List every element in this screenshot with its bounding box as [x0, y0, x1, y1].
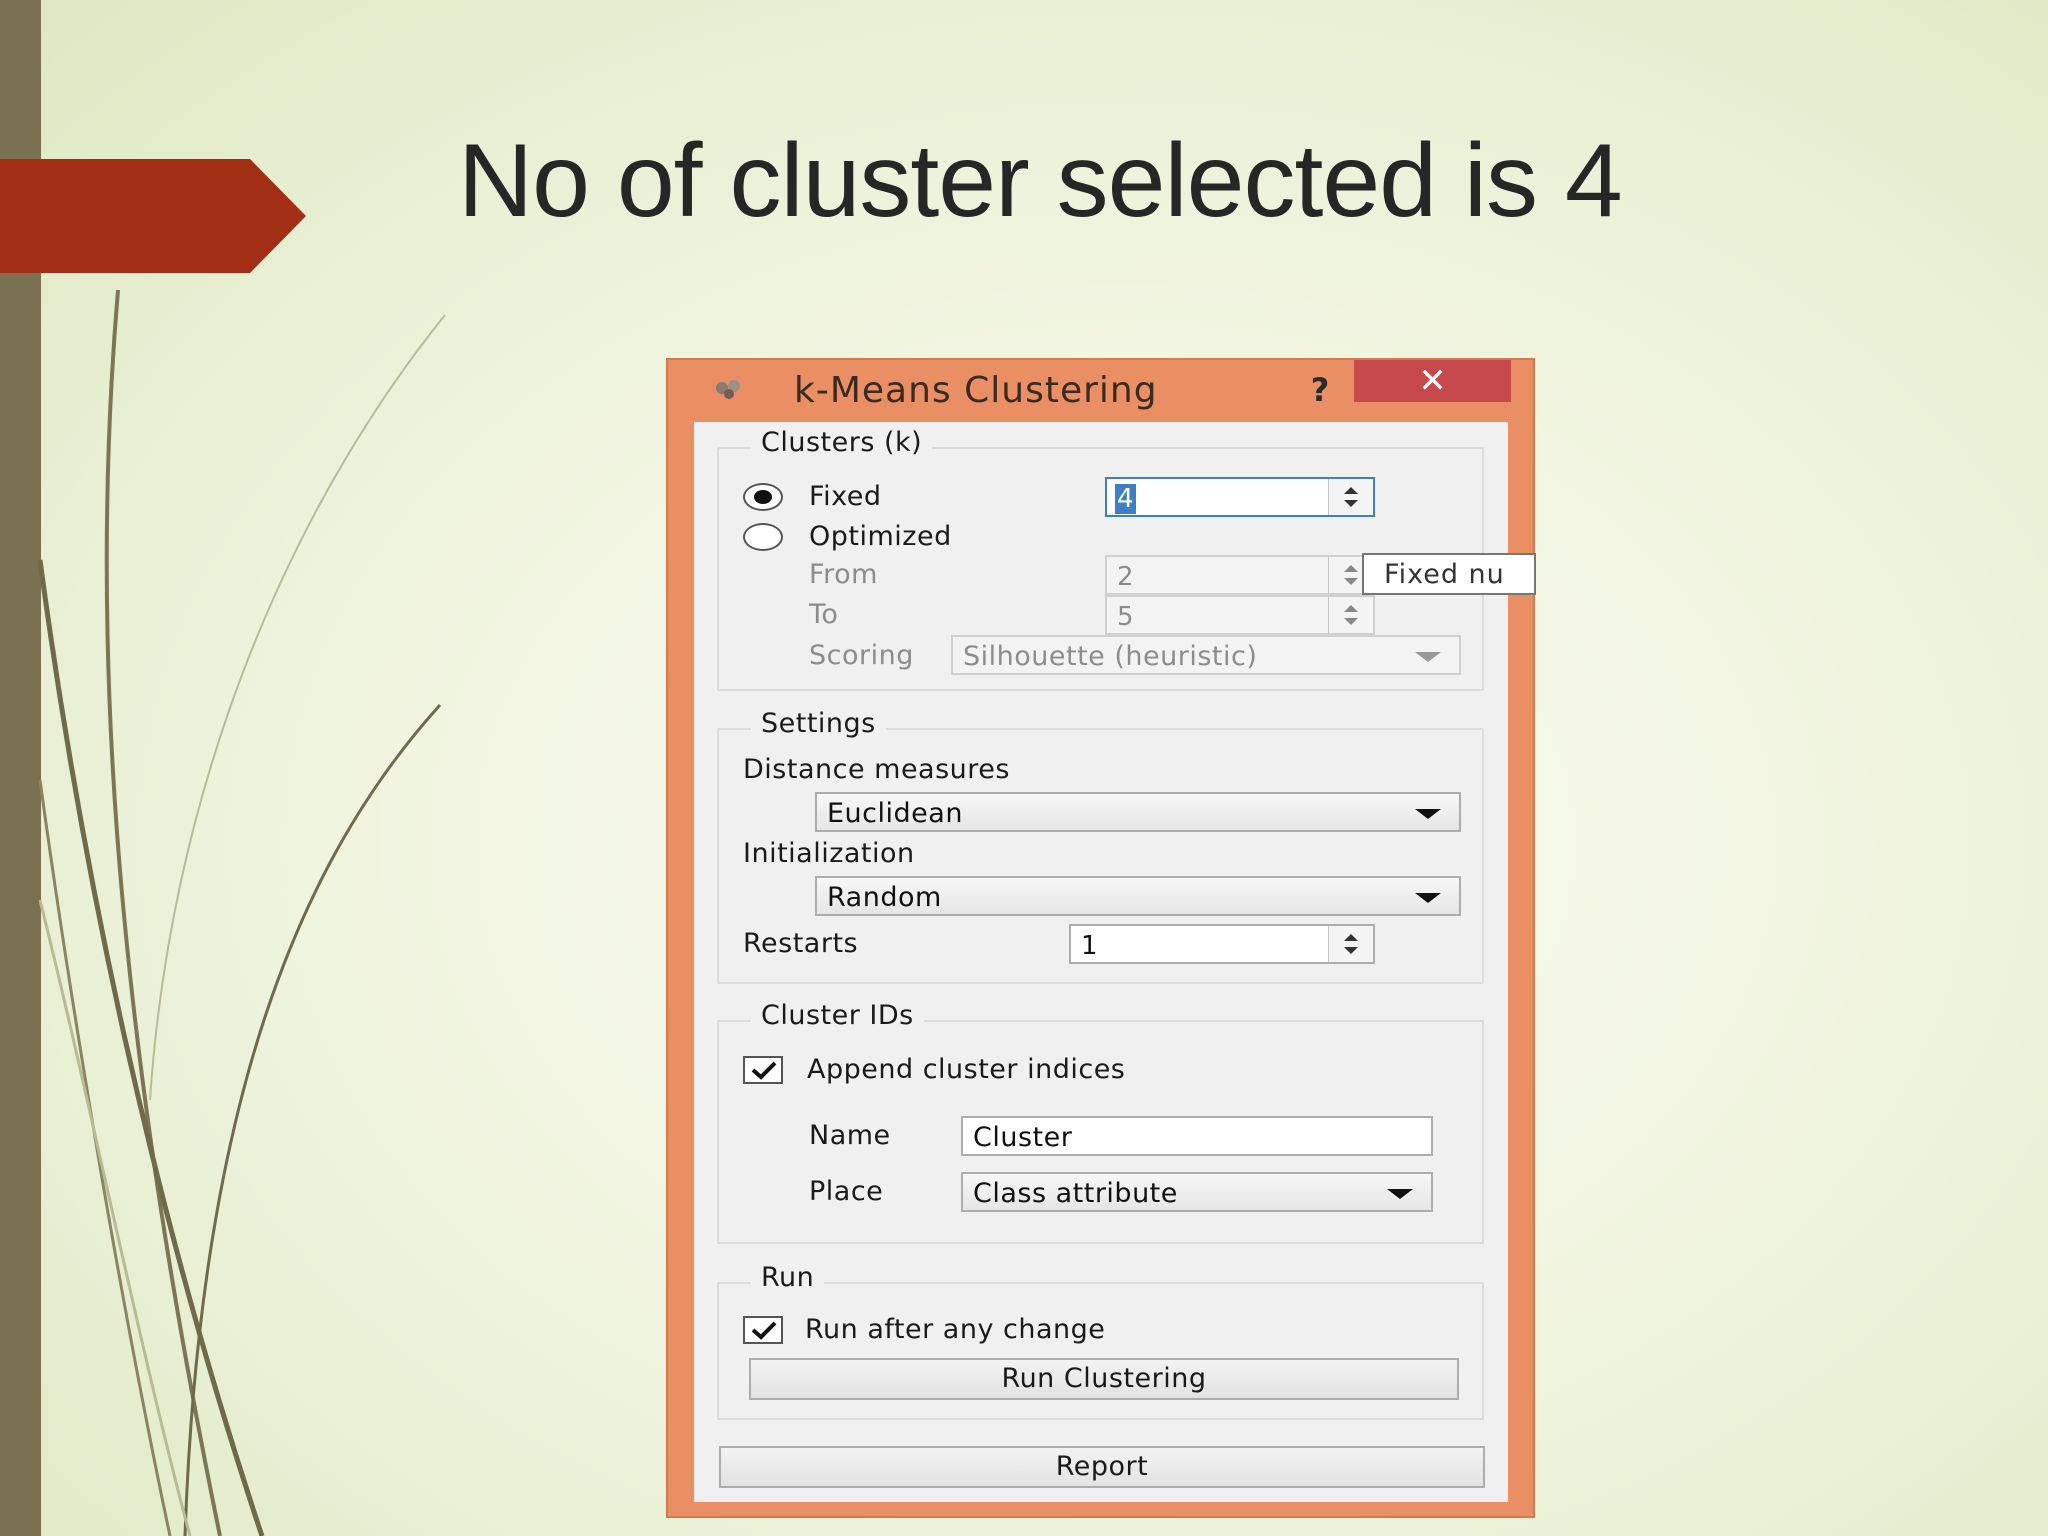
cluster-ids-group-title: Cluster IDs [751, 1000, 924, 1031]
restarts-spinbox[interactable]: 1 [1069, 924, 1375, 964]
kmeans-dialog: k-Means Clustering ? ✕ Clusters (k) Fixe… [666, 358, 1535, 1518]
run-after-change-checkbox[interactable] [743, 1316, 783, 1344]
run-after-change-label: Run after any change [805, 1314, 1106, 1345]
radio-dot [754, 490, 772, 504]
spin-arrows-icon[interactable] [1328, 926, 1373, 962]
name-label: Name [809, 1120, 891, 1151]
run-clustering-button[interactable]: Run Clustering [749, 1358, 1459, 1400]
tooltip-text: Fixed nu [1384, 559, 1505, 590]
spin-arrows-icon[interactable] [1328, 597, 1373, 633]
to-value: 5 [1117, 602, 1134, 632]
to-spinbox[interactable]: 5 [1105, 595, 1375, 635]
run-group: Run Run after any change Run Clustering [717, 1262, 1484, 1420]
append-indices-checkbox[interactable] [743, 1056, 783, 1084]
title-arrow-shape [0, 159, 306, 273]
initialization-label: Initialization [743, 838, 915, 869]
optimized-radio[interactable] [743, 523, 783, 551]
place-combobox[interactable]: Class attribute [961, 1172, 1433, 1212]
from-value: 2 [1117, 562, 1134, 592]
append-indices-label: Append cluster indices [807, 1054, 1126, 1085]
cluster-name-value: Cluster [973, 1122, 1073, 1153]
distance-value: Euclidean [827, 798, 963, 829]
checkmark-icon [751, 1061, 777, 1080]
checkmark-icon [751, 1321, 777, 1340]
restarts-value: 1 [1081, 931, 1098, 961]
initialization-combobox[interactable]: Random [815, 876, 1461, 916]
report-button[interactable]: Report [719, 1446, 1485, 1488]
distance-label: Distance measures [743, 754, 1010, 785]
slide-title: No of cluster selected is 4 [458, 123, 1623, 239]
chevron-down-icon [1415, 893, 1441, 903]
settings-group-title: Settings [751, 708, 886, 739]
spin-arrows-icon[interactable] [1328, 479, 1373, 515]
tooltip: Fixed nu [1362, 553, 1536, 595]
help-button[interactable]: ? [1288, 366, 1352, 414]
initialization-value: Random [827, 882, 942, 913]
chevron-down-icon [1415, 809, 1441, 819]
chevron-down-icon [1415, 652, 1441, 662]
restarts-label: Restarts [743, 928, 859, 959]
cluster-name-input[interactable]: Cluster [961, 1116, 1433, 1156]
chevron-down-icon [1387, 1189, 1413, 1199]
close-icon: ✕ [1418, 361, 1447, 401]
settings-group: Settings Distance measures Euclidean Ini… [717, 708, 1484, 984]
dialog-title: k-Means Clustering [794, 370, 1158, 411]
from-label: From [809, 559, 878, 590]
from-spinbox[interactable]: 2 [1105, 555, 1375, 595]
scoring-value: Silhouette (heuristic) [963, 641, 1258, 672]
scoring-label: Scoring [809, 640, 914, 671]
place-value: Class attribute [973, 1178, 1178, 1209]
fixed-k-spinbox[interactable]: 4 [1105, 477, 1375, 517]
place-label: Place [809, 1176, 884, 1207]
app-icon [716, 380, 740, 399]
optimized-label: Optimized [809, 521, 952, 552]
scoring-combobox[interactable]: Silhouette (heuristic) [951, 635, 1461, 675]
run-group-title: Run [751, 1262, 825, 1293]
clusters-group-title: Clusters (k) [751, 427, 933, 458]
cluster-ids-group: Cluster IDs Append cluster indices Name … [717, 1000, 1484, 1244]
distance-combobox[interactable]: Euclidean [815, 792, 1461, 832]
fixed-label: Fixed [809, 481, 882, 512]
close-button[interactable]: ✕ [1354, 360, 1511, 402]
to-label: To [809, 599, 839, 630]
title-bar[interactable]: k-Means Clustering ? ✕ [668, 360, 1533, 422]
fixed-k-value: 4 [1115, 484, 1136, 514]
fixed-radio[interactable] [743, 483, 783, 511]
